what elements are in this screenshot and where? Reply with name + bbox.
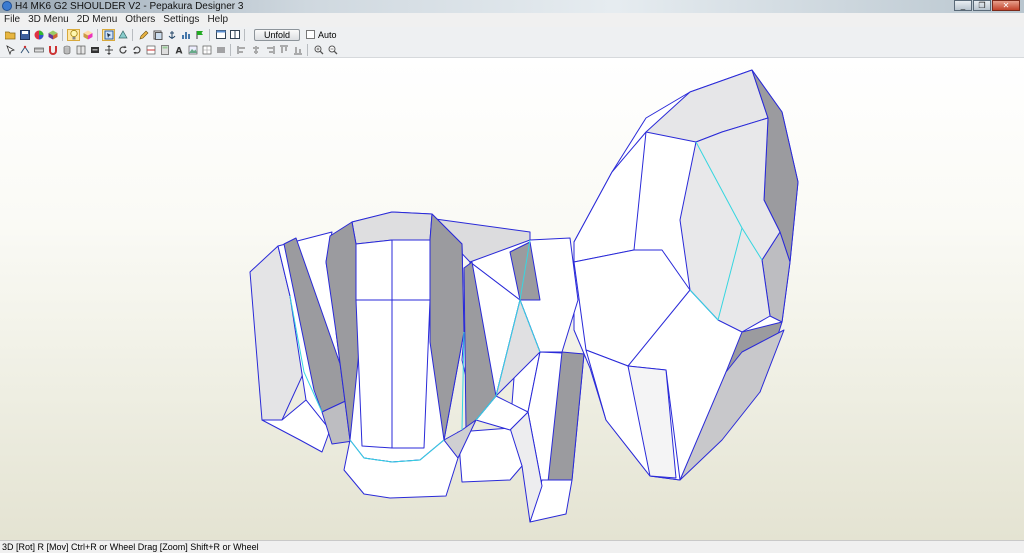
cylinder-icon[interactable] bbox=[60, 44, 73, 56]
save-disk-icon[interactable] bbox=[18, 29, 31, 41]
page-grid-icon[interactable] bbox=[200, 44, 213, 56]
toolbar-separator bbox=[230, 43, 231, 56]
align-top-icon[interactable] bbox=[277, 44, 290, 56]
auto-checkbox[interactable] bbox=[306, 30, 315, 39]
ruler-icon[interactable] bbox=[32, 44, 45, 56]
cube-view-icon[interactable] bbox=[46, 29, 59, 41]
menu-bar: File 3D Menu 2D Menu Others Settings Hel… bbox=[0, 13, 1024, 27]
lightbulb-icon[interactable] bbox=[67, 28, 80, 41]
window-controls: _ ❐ ✕ bbox=[953, 0, 1020, 11]
status-bar: 3D [Rot] R [Mov] Ctrl+R or Wheel Drag [Z… bbox=[0, 540, 1024, 553]
shaded-model-icon[interactable] bbox=[81, 29, 94, 41]
align-bottom-icon[interactable] bbox=[291, 44, 304, 56]
magnet-icon[interactable] bbox=[46, 44, 59, 56]
rotate-part-icon[interactable] bbox=[116, 44, 129, 56]
toolbar-separator bbox=[209, 28, 210, 41]
menu-file[interactable]: File bbox=[0, 13, 24, 27]
open-folder-icon[interactable] bbox=[4, 29, 17, 41]
flap-tool-icon[interactable] bbox=[116, 29, 129, 41]
flip-part-icon[interactable] bbox=[130, 44, 143, 56]
edit-toolbar: A bbox=[0, 42, 1024, 58]
status-text: 3D [Rot] R [Mov] Ctrl+R or Wheel Drag [Z… bbox=[2, 542, 259, 552]
edge-join-icon[interactable] bbox=[18, 44, 31, 56]
select-face-icon[interactable] bbox=[102, 28, 115, 41]
pepakura-app-icon[interactable] bbox=[2, 1, 12, 11]
menu-settings[interactable]: Settings bbox=[159, 13, 203, 27]
black-box-icon[interactable] bbox=[88, 44, 101, 56]
minimize-button[interactable]: _ bbox=[954, 0, 972, 11]
zoom-out-icon[interactable] bbox=[326, 44, 339, 56]
text-tool-icon[interactable]: A bbox=[172, 44, 185, 56]
restore-button[interactable]: ❐ bbox=[973, 0, 991, 11]
select-arrow-icon[interactable] bbox=[4, 44, 17, 56]
calculator-icon[interactable] bbox=[158, 44, 171, 56]
auto-label: Auto bbox=[318, 29, 337, 40]
menu-help[interactable]: Help bbox=[203, 13, 232, 27]
align-left-icon[interactable] bbox=[235, 44, 248, 56]
window-title: H4 MK6 G2 SHOULDER V2 - Pepakura Designe… bbox=[15, 1, 244, 12]
book-icon[interactable] bbox=[74, 44, 87, 56]
toolbar-separator bbox=[97, 28, 98, 41]
image-tool-icon[interactable] bbox=[186, 44, 199, 56]
line-style-icon[interactable] bbox=[214, 44, 227, 56]
align-center-icon[interactable] bbox=[249, 44, 262, 56]
single-window-icon[interactable] bbox=[214, 29, 227, 41]
3d-viewport[interactable] bbox=[0, 58, 1024, 540]
svg-text:A: A bbox=[175, 46, 182, 55]
toolbar-separator bbox=[132, 28, 133, 41]
auto-option: Auto bbox=[306, 30, 337, 40]
align-right-icon[interactable] bbox=[263, 44, 276, 56]
bar-chart-icon[interactable] bbox=[179, 29, 192, 41]
toolbar-separator bbox=[307, 43, 308, 56]
texture-color-icon[interactable] bbox=[32, 29, 45, 41]
title-bar: H4 MK6 G2 SHOULDER V2 - Pepakura Designe… bbox=[0, 0, 1024, 13]
toolbar-separator bbox=[62, 28, 63, 41]
close-button[interactable]: ✕ bbox=[992, 0, 1020, 11]
split-window-icon[interactable] bbox=[228, 29, 241, 41]
join-edges-icon[interactable] bbox=[144, 44, 157, 56]
menu-3d[interactable]: 3D Menu bbox=[24, 13, 73, 27]
shoulder-3d-model[interactable] bbox=[0, 58, 1024, 540]
toolbar-separator bbox=[244, 28, 245, 41]
unfold-button[interactable]: Unfold bbox=[254, 28, 300, 41]
menu-2d[interactable]: 2D Menu bbox=[73, 13, 122, 27]
green-flag-icon[interactable] bbox=[193, 29, 206, 41]
move-part-icon[interactable] bbox=[102, 44, 115, 56]
paper-stack-icon[interactable] bbox=[151, 29, 164, 41]
main-toolbar: Unfold Auto bbox=[0, 27, 1024, 43]
pencil-edit-icon[interactable] bbox=[137, 29, 150, 41]
menu-others[interactable]: Others bbox=[121, 13, 159, 27]
zoom-in-icon[interactable] bbox=[312, 44, 325, 56]
anchor-icon[interactable] bbox=[165, 29, 178, 41]
